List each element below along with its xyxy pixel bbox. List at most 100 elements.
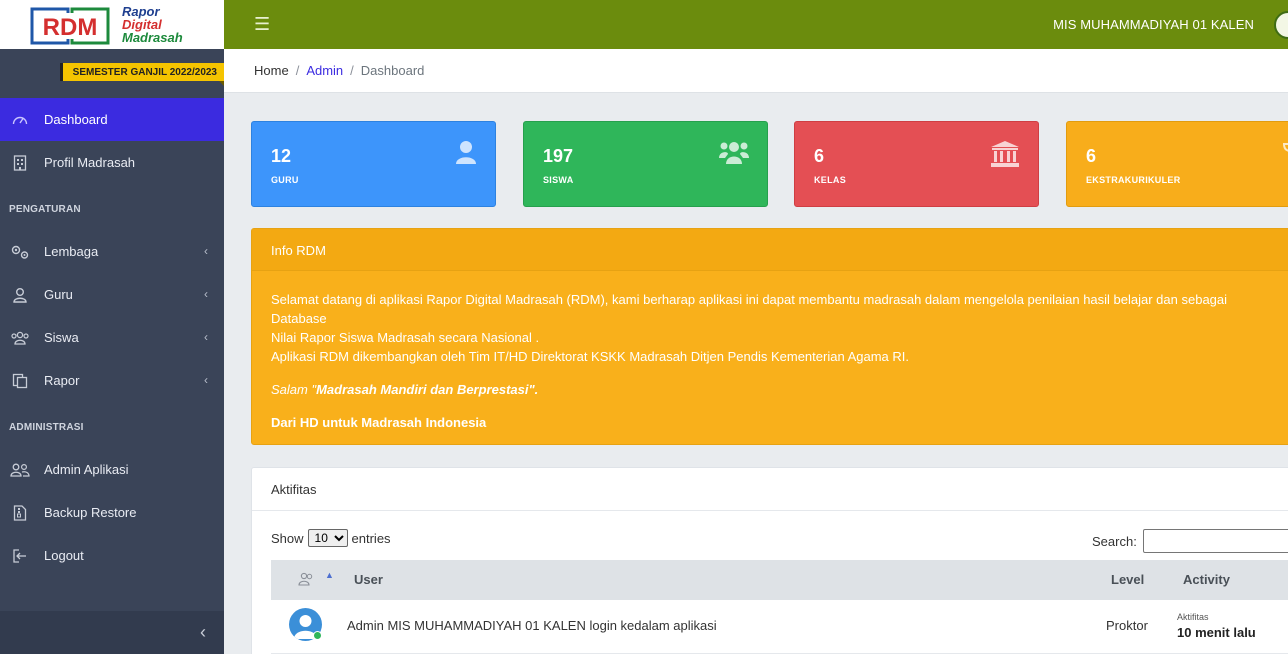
svg-text:RDM: RDM	[43, 14, 98, 41]
sidebar-footer: ‹	[0, 611, 224, 654]
search-input[interactable]	[1142, 529, 1288, 553]
info-rdm-panel: Info RDM Selamat datang di aplikasi Rapo…	[251, 228, 1288, 445]
info-line: Aplikasi RDM dikembangkan oleh Tim IT/HD…	[271, 349, 909, 364]
sidebar-item-guru[interactable]: Guru ‹	[0, 273, 224, 316]
school-logo-avatar[interactable]	[1274, 11, 1288, 39]
brand-text: Rapor Digital Madrasah	[122, 5, 183, 44]
speedometer-icon	[10, 111, 30, 129]
sidebar-item-lembaga[interactable]: Lembaga ‹	[0, 230, 224, 273]
stat-card-siswa[interactable]: 197 SISWA	[523, 121, 768, 207]
info-panel-title: Info RDM	[252, 229, 1288, 271]
sidebar-item-label: Siswa	[44, 330, 79, 345]
sidebar-item-logout[interactable]: Logout	[0, 534, 224, 577]
top-navbar: ☰ MIS MUHAMMADIYAH 01 KALEN	[224, 0, 1288, 49]
activity-description: Admin MIS MUHAMMADIYAH 01 KALEN login ke…	[347, 618, 717, 633]
sidebar-item-label: Logout	[44, 548, 84, 563]
nav-header-pengaturan: PENGATURAN	[9, 204, 81, 215]
activity-time: 10 menit lalu	[1177, 625, 1256, 640]
sidebar-item-dashboard[interactable]: Dashboard	[0, 98, 224, 141]
breadcrumb-separator: /	[350, 63, 354, 78]
sidebar-item-label: Admin Aplikasi	[44, 462, 129, 477]
stat-label: KELAS	[814, 175, 847, 185]
activity-level: Proktor	[1106, 618, 1148, 633]
stat-value: 6	[1086, 146, 1097, 166]
copy-icon	[10, 372, 30, 390]
sidebar-item-label: Backup Restore	[44, 505, 137, 520]
breadcrumb-home[interactable]: Home	[254, 63, 289, 78]
trophy-icon	[1282, 140, 1288, 169]
user-icon	[455, 140, 477, 167]
stat-value: 12	[271, 146, 292, 166]
sidebar-item-label: Profil Madrasah	[44, 155, 136, 170]
column-level[interactable]: Level	[1111, 572, 1144, 587]
entries-length: Show 10 entries	[271, 529, 391, 547]
salam-suffix: ".	[528, 382, 539, 397]
users-icon	[719, 140, 749, 169]
chevron-left-icon: ‹	[204, 330, 208, 344]
search-label: Search:	[1092, 533, 1137, 549]
info-panel-body: Selamat datang di aplikasi Rapor Digital…	[252, 271, 1252, 432]
users-sort-icon[interactable]	[298, 572, 314, 589]
file-archive-icon	[10, 504, 30, 522]
sidebar-item-label: Guru	[44, 287, 73, 302]
sidebar-item-siswa[interactable]: Siswa ‹	[0, 316, 224, 359]
column-user[interactable]: User	[354, 572, 383, 587]
column-activity[interactable]: Activity	[1183, 572, 1230, 587]
info-closing: Dari HD untuk Madrasah Indonesia	[271, 415, 487, 430]
sidebar-item-label: Dashboard	[44, 112, 108, 127]
page-size-select[interactable]: 10	[307, 529, 348, 547]
breadcrumb-admin[interactable]: Admin	[306, 63, 343, 78]
breadcrumb-current: Dashboard	[360, 63, 425, 78]
stat-card-guru[interactable]: 12 GURU	[251, 121, 496, 207]
sidebar-item-profil-madrasah[interactable]: Profil Madrasah	[0, 141, 224, 184]
stat-label: EKSTRAKURIKULER	[1086, 175, 1181, 185]
show-label: Show	[271, 530, 304, 546]
table-row: Admin MIS MUHAMMADIYAH 01 KALEN login ke…	[271, 600, 1288, 654]
chevron-left-icon: ‹	[204, 373, 208, 387]
salam-prefix: Salam "	[271, 382, 317, 397]
brand-line3: Madrasah	[122, 30, 183, 45]
logout-icon	[10, 547, 30, 565]
info-line: Selamat datang di aplikasi Rapor Digital…	[271, 292, 1228, 326]
activity-label: Aktifitas	[1177, 612, 1209, 622]
gears-icon	[10, 243, 30, 261]
rdm-logo: RDM	[28, 3, 112, 47]
sidebar-item-label: Rapor	[44, 373, 80, 388]
activity-panel: Aktifitas Show 10 entries Search: ▲ User…	[251, 467, 1288, 654]
online-status-dot	[313, 631, 322, 640]
stat-value: 197	[543, 146, 574, 166]
stat-card-kelas[interactable]: 6 KELAS	[794, 121, 1039, 207]
breadcrumb-bar: Home / Admin / Dashboard	[224, 49, 1288, 93]
sort-asc-icon[interactable]: ▲	[325, 570, 334, 580]
info-salam: Salam "Madrasah Mandiri dan Berprestasi"…	[271, 380, 1252, 399]
stat-label: GURU	[271, 175, 299, 185]
sidebar-item-backup-restore[interactable]: Backup Restore	[0, 491, 224, 534]
table-header: ▲ User Level Activity	[271, 560, 1288, 600]
breadcrumb-separator: /	[295, 63, 300, 78]
stat-value: 6	[814, 146, 825, 166]
salam-motto: Madrasah Mandiri dan Berprestasi	[316, 382, 529, 397]
breadcrumb: Home / Admin / Dashboard	[254, 63, 424, 78]
collapse-sidebar-icon[interactable]: ‹	[200, 623, 206, 641]
user-group-icon	[10, 461, 30, 479]
hamburger-menu-icon[interactable]: ☰	[254, 15, 270, 33]
user-icon	[10, 286, 30, 304]
chevron-left-icon: ‹	[204, 287, 208, 301]
table-search: Search:	[1092, 529, 1288, 553]
sidebar-item-label: Lembaga	[44, 244, 99, 259]
info-line: Nilai Rapor Siswa Madrasah secara Nasion…	[271, 330, 540, 345]
activity-title: Aktifitas	[252, 468, 1288, 511]
sidebar: RDM Rapor Digital Madrasah SEMESTER GANJ…	[0, 0, 225, 654]
institution-icon	[990, 140, 1020, 171]
sidebar-item-admin-aplikasi[interactable]: Admin Aplikasi	[0, 448, 224, 491]
nav-header-administrasi: ADMINISTRASI	[9, 422, 84, 433]
brand[interactable]: RDM Rapor Digital Madrasah	[0, 0, 224, 49]
users-icon	[10, 329, 30, 347]
semester-badge: SEMESTER GANJIL 2022/2023	[59, 63, 225, 86]
stat-label: SISWA	[543, 175, 574, 185]
stat-card-ekstrakurikuler[interactable]: 6 EKSTRAKURIKULER	[1066, 121, 1288, 207]
chevron-left-icon: ‹	[204, 244, 208, 258]
sidebar-item-rapor[interactable]: Rapor ‹	[0, 359, 224, 402]
school-name[interactable]: MIS MUHAMMADIYAH 01 KALEN	[1053, 17, 1254, 32]
building-icon	[10, 154, 30, 172]
